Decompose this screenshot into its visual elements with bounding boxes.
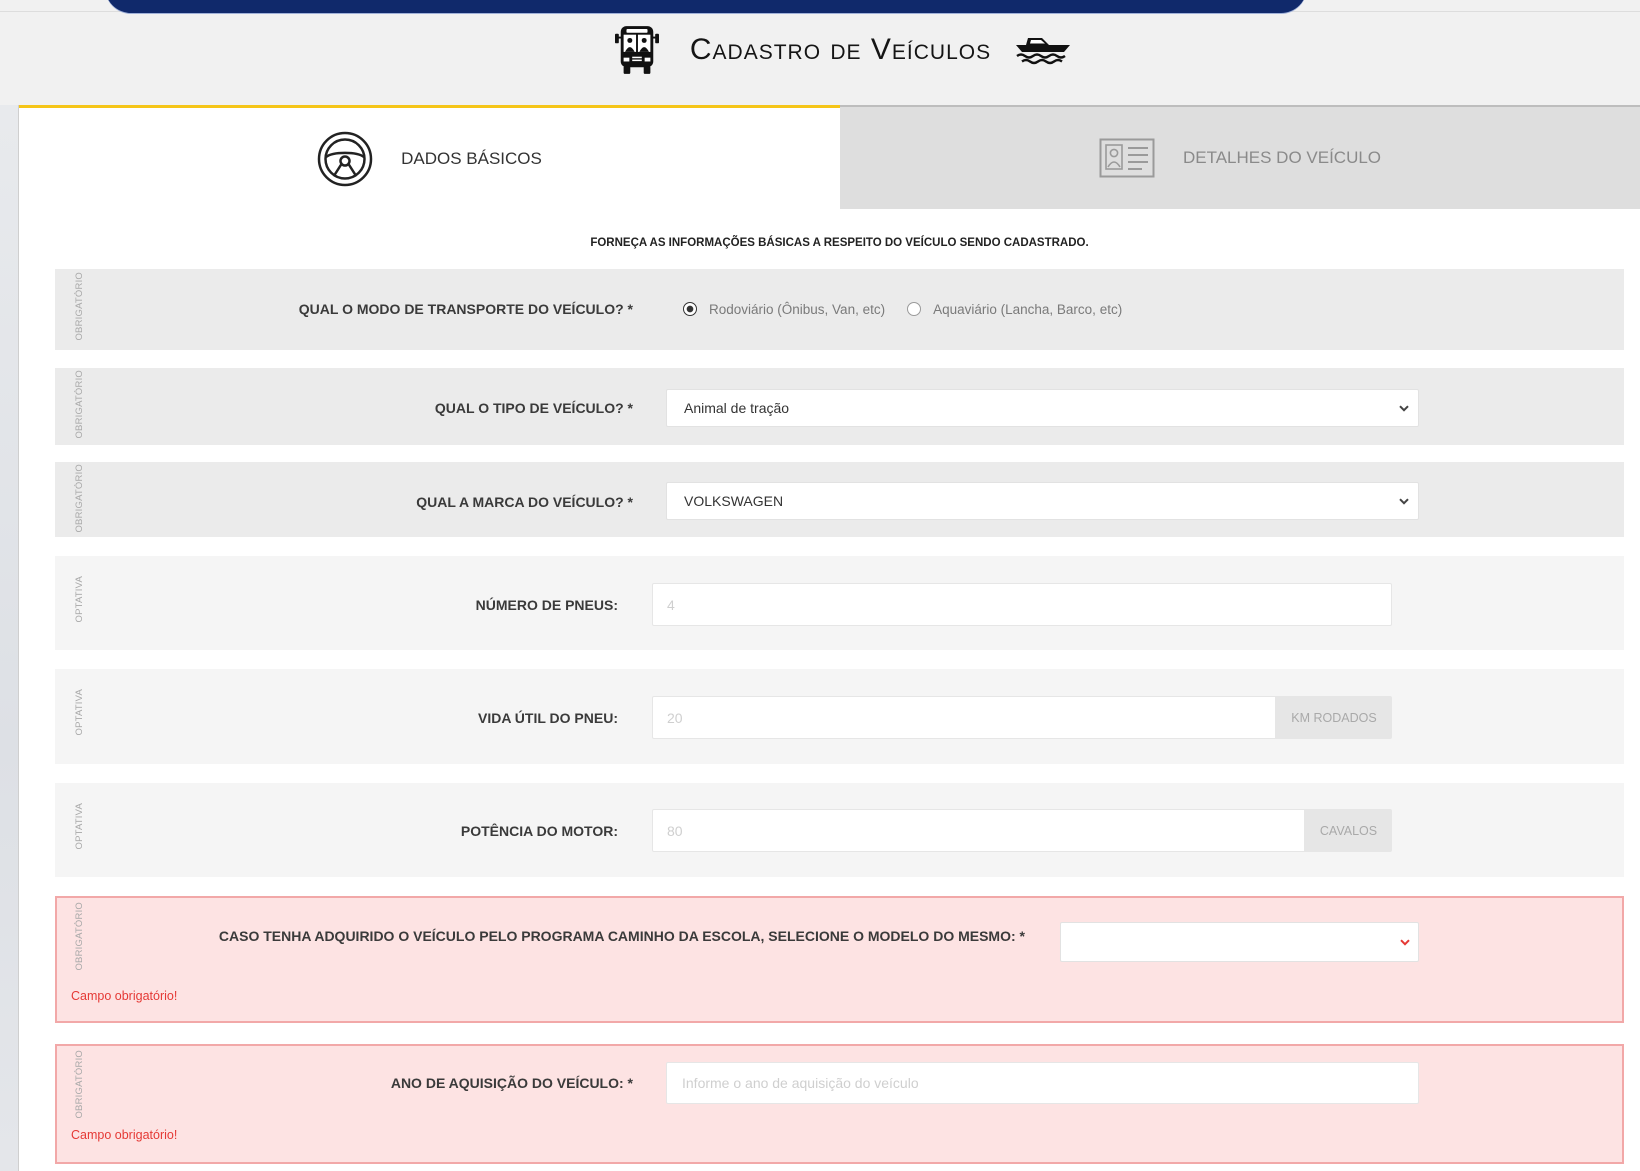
engine-power-input[interactable] <box>652 809 1305 852</box>
field-acquisition-year: OBRIGATÓRIO ANO DE AQUISIÇÃO DO VEÍCULO:… <box>55 1044 1624 1164</box>
page-header: Cadastro de Veículos <box>0 0 1640 105</box>
transport-mode-label: QUAL O MODO DE TRANSPORTE DO VEÍCULO? * <box>298 301 633 317</box>
radio-rodoviario[interactable] <box>683 302 697 316</box>
optional-tag: OPTATIVA <box>74 576 85 623</box>
tab-detalhes-do-veiculo[interactable]: DETALHES DO VEÍCULO <box>840 105 1640 209</box>
tire-life-label: VIDA ÚTIL DO PNEU: <box>477 710 618 726</box>
tire-life-unit-addon: KM RODADOS <box>1276 696 1392 739</box>
engine-power-label: POTÊNCIA DO MOTOR: <box>460 823 618 839</box>
vehicle-brand-select[interactable]: VOLKSWAGEN <box>666 482 1419 520</box>
school-program-model-select[interactable] <box>1060 922 1419 962</box>
field-transport-mode: OBRIGATÓRIO QUAL O MODO DE TRANSPORTE DO… <box>55 269 1624 350</box>
form-instructions: FORNEÇA AS INFORMAÇÕES BÁSICAS A RESPEIT… <box>590 237 1089 249</box>
tire-count-label: NÚMERO DE PNEUS: <box>475 597 618 613</box>
vehicle-type-label: QUAL O TIPO DE VEÍCULO? * <box>434 400 633 416</box>
tire-life-input[interactable] <box>652 696 1276 739</box>
vehicle-brand-label: QUAL A MARCA DO VEÍCULO? * <box>416 494 633 510</box>
transport-mode-options: Rodoviário (Ônibus, Van, etc) Aquaviário… <box>683 300 1122 318</box>
boat-icon <box>1014 35 1072 65</box>
engine-power-unit-addon: CAVALOS <box>1305 809 1392 852</box>
radio-option-rodoviario[interactable]: Rodoviário (Ônibus, Van, etc) <box>683 302 885 317</box>
required-tag: OBRIGATÓRIO <box>74 902 85 971</box>
required-tag: OBRIGATÓRIO <box>74 1050 85 1119</box>
error-message: Campo obrigatório! <box>71 1128 178 1142</box>
required-tag: OBRIGATÓRIO <box>74 464 85 533</box>
tab-dados-basicos[interactable]: DADOS BÁSICOS <box>19 105 840 209</box>
required-tag: OBRIGATÓRIO <box>74 370 85 439</box>
steering-wheel-icon <box>317 131 373 187</box>
school-program-model-label: CASO TENHA ADQUIRIDO O VEÍCULO PELO PROG… <box>218 928 1025 944</box>
acquisition-year-label: ANO DE AQUISIÇÃO DO VEÍCULO: * <box>390 1075 633 1091</box>
radio-label-rodoviario: Rodoviário (Ônibus, Van, etc) <box>709 301 886 317</box>
radio-option-aquaviario[interactable]: Aquaviário (Lancha, Barco, etc) <box>907 302 1122 317</box>
acquisition-year-input[interactable] <box>666 1062 1419 1104</box>
field-engine-power: OPTATIVA POTÊNCIA DO MOTOR: CAVALOS <box>55 783 1624 877</box>
tab-label: DADOS BÁSICOS <box>401 148 542 168</box>
tire-count-input[interactable] <box>652 583 1392 626</box>
page-left-edge <box>0 105 19 1171</box>
field-vehicle-brand: OBRIGATÓRIO QUAL A MARCA DO VEÍCULO? * V… <box>55 462 1624 537</box>
bus-icon <box>614 25 659 75</box>
vehicle-type-select[interactable]: Animal de tração <box>666 389 1419 427</box>
title-group: Cadastro de Veículos <box>0 24 1640 76</box>
required-tag: OBRIGATÓRIO <box>74 272 85 341</box>
optional-tag: OPTATIVA <box>74 803 85 850</box>
field-vehicle-type: OBRIGATÓRIO QUAL O TIPO DE VEÍCULO? * An… <box>55 368 1624 445</box>
field-tire-life: OPTATIVA VIDA ÚTIL DO PNEU: KM RODADOS <box>55 669 1624 764</box>
tab-label: DETALHES DO VEÍCULO <box>1182 148 1382 167</box>
top-banner <box>105 0 1307 13</box>
radio-aquaviario[interactable] <box>907 302 922 316</box>
field-tire-count: OPTATIVA NÚMERO DE PNEUS: <box>55 556 1624 650</box>
radio-label-aquaviario: Aquaviário (Lancha, Barco, etc) <box>933 301 1123 317</box>
optional-tag: OPTATIVA <box>74 689 85 736</box>
id-card-icon <box>1099 138 1155 178</box>
page-title: Cadastro de Veículos <box>689 33 992 66</box>
error-message: Campo obrigatório! <box>71 989 178 1003</box>
field-school-program-model: OBRIGATÓRIO CASO TENHA ADQUIRIDO O VEÍCU… <box>55 896 1624 1023</box>
